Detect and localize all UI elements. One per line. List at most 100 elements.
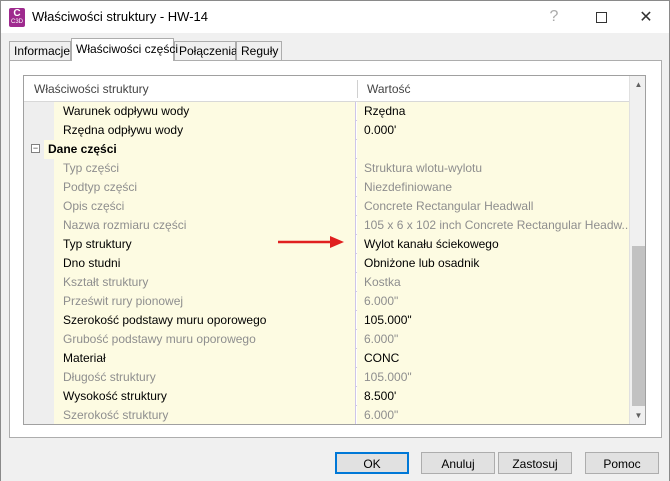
property-name: Prześwit rury pionowej bbox=[54, 292, 356, 311]
grid-row[interactable]: Typ części Struktura wlotu-wylotu bbox=[24, 159, 629, 178]
property-value[interactable]: Rzędna bbox=[357, 102, 629, 121]
tab-label: Reguły bbox=[241, 44, 279, 58]
row-gutter bbox=[24, 121, 44, 140]
property-value: 105 x 6 x 102 inch Concrete Rectangular … bbox=[357, 216, 629, 235]
grid-row[interactable]: Opis części Concrete Rectangular Headwal… bbox=[24, 197, 629, 216]
row-indent bbox=[44, 368, 54, 387]
row-gutter bbox=[24, 349, 44, 368]
properties-dialog: C C3D Właściwości struktury - HW-14 ? ✕ … bbox=[0, 0, 670, 481]
property-name: Dno studni bbox=[54, 254, 356, 273]
row-gutter bbox=[24, 216, 44, 235]
grid-row[interactable]: Kształt struktury Kostka bbox=[24, 273, 629, 292]
property-value: 6.000" bbox=[357, 406, 629, 424]
title-bar: C C3D Właściwości struktury - HW-14 ? ✕ bbox=[1, 1, 669, 33]
tab-informacje[interactable]: Informacje bbox=[9, 41, 71, 61]
row-gutter bbox=[24, 102, 44, 121]
scrollbar-thumb[interactable] bbox=[632, 246, 645, 406]
maximize-button[interactable] bbox=[578, 1, 624, 33]
tab-wlasciwosci-czesci[interactable]: Właściwości części bbox=[71, 38, 178, 61]
row-indent bbox=[44, 178, 54, 197]
grid-row[interactable]: Prześwit rury pionowej 6.000" bbox=[24, 292, 629, 311]
window-title: Właściwości struktury - HW-14 bbox=[32, 9, 209, 24]
row-gutter bbox=[24, 273, 44, 292]
grid-row[interactable]: Wysokość struktury 8.500' bbox=[24, 387, 629, 406]
row-indent bbox=[44, 311, 54, 330]
grid-row[interactable]: Szerokość struktury 6.000" bbox=[24, 406, 629, 424]
row-indent bbox=[44, 159, 54, 178]
app-icon-sub: C3D bbox=[10, 19, 23, 25]
property-name: Warunek odpływu wody bbox=[54, 102, 356, 121]
grid-row[interactable]: Grubość podstawy muru oporowego 6.000" bbox=[24, 330, 629, 349]
property-value[interactable]: 105.000" bbox=[357, 311, 629, 330]
row-gutter: − bbox=[24, 140, 44, 159]
tab-polaczenia[interactable]: Połączenia bbox=[174, 41, 238, 61]
tab-label: Właściwości części bbox=[76, 42, 179, 56]
row-indent bbox=[44, 102, 54, 121]
property-name: Podtyp części bbox=[54, 178, 356, 197]
property-value: Concrete Rectangular Headwall bbox=[357, 197, 629, 216]
property-name: Szerokość struktury bbox=[54, 406, 356, 424]
grid-row[interactable]: Warunek odpływu wody Rzędna bbox=[24, 102, 629, 121]
property-name: Długość struktury bbox=[54, 368, 356, 387]
property-value[interactable]: 8.500' bbox=[357, 387, 629, 406]
property-value[interactable]: 0.000' bbox=[357, 121, 629, 140]
grid-row[interactable]: Podtyp części Niezdefiniowane bbox=[24, 178, 629, 197]
grid-row[interactable]: Dno studni Obniżone lub osadnik bbox=[24, 254, 629, 273]
apply-button[interactable]: Zastosuj bbox=[498, 452, 572, 474]
vertical-scrollbar[interactable]: ▲ ▼ bbox=[629, 76, 645, 424]
property-name: Nazwa rozmiaru części bbox=[54, 216, 356, 235]
row-gutter bbox=[24, 254, 44, 273]
group-row-dane-czesci[interactable]: − Dane części bbox=[24, 140, 629, 159]
row-gutter bbox=[24, 330, 44, 349]
property-value[interactable]: CONC bbox=[357, 349, 629, 368]
grid-row[interactable]: Długość struktury 105.000" bbox=[24, 368, 629, 387]
civil3d-app-icon: C C3D bbox=[9, 8, 25, 27]
help-button[interactable]: Pomoc bbox=[585, 452, 659, 474]
grid-row[interactable]: Rzędna odpływu wody 0.000' bbox=[24, 121, 629, 140]
property-name: Wysokość struktury bbox=[54, 387, 356, 406]
close-icon: ✕ bbox=[639, 9, 653, 26]
property-value: 6.000" bbox=[357, 330, 629, 349]
property-value[interactable]: Obniżone lub osadnik bbox=[357, 254, 629, 273]
column-header-value[interactable]: Wartość bbox=[357, 76, 629, 102]
grid-rows: Warunek odpływu wody Rzędna Rzędna odpły… bbox=[24, 102, 629, 424]
property-name: Rzędna odpływu wody bbox=[54, 121, 356, 140]
row-indent bbox=[44, 216, 54, 235]
tab-reguly[interactable]: Reguły bbox=[236, 41, 282, 61]
row-indent bbox=[44, 292, 54, 311]
row-indent bbox=[44, 387, 54, 406]
scroll-down-arrow-icon[interactable]: ▼ bbox=[630, 407, 645, 424]
property-grid: Właściwości struktury Wartość Warunek od… bbox=[23, 75, 646, 425]
row-gutter bbox=[24, 368, 44, 387]
row-gutter bbox=[24, 406, 44, 424]
ok-button[interactable]: OK bbox=[335, 452, 409, 474]
row-indent bbox=[44, 349, 54, 368]
property-name: Grubość podstawy muru oporowego bbox=[54, 330, 356, 349]
group-label: Dane części bbox=[44, 140, 356, 159]
property-value[interactable]: Wylot kanału ściekowego bbox=[357, 235, 629, 254]
scroll-up-arrow-icon[interactable]: ▲ bbox=[630, 76, 645, 93]
property-value: 105.000" bbox=[357, 368, 629, 387]
property-name: Kształt struktury bbox=[54, 273, 356, 292]
column-header-property[interactable]: Właściwości struktury bbox=[24, 76, 357, 102]
group-value bbox=[357, 140, 629, 159]
property-value: Struktura wlotu-wylotu bbox=[357, 159, 629, 178]
grid-header: Właściwości struktury Wartość bbox=[24, 76, 629, 102]
property-name: Materiał bbox=[54, 349, 356, 368]
grid-row[interactable]: Szerokość podstawy muru oporowego 105.00… bbox=[24, 311, 629, 330]
tab-label: Informacje bbox=[14, 44, 71, 58]
row-gutter bbox=[24, 235, 44, 254]
row-gutter bbox=[24, 159, 44, 178]
question-icon: ? bbox=[549, 8, 559, 25]
row-gutter bbox=[24, 387, 44, 406]
cancel-button[interactable]: Anuluj bbox=[421, 452, 495, 474]
tab-label: Połączenia bbox=[179, 44, 238, 58]
grid-row[interactable]: Materiał CONC bbox=[24, 349, 629, 368]
collapse-minus-icon[interactable]: − bbox=[31, 144, 40, 153]
maximize-icon bbox=[595, 11, 607, 23]
row-indent bbox=[44, 406, 54, 424]
grid-row[interactable]: Nazwa rozmiaru części 105 x 6 x 102 inch… bbox=[24, 216, 629, 235]
help-title-button[interactable]: ? bbox=[531, 1, 577, 33]
close-button[interactable]: ✕ bbox=[623, 1, 669, 33]
property-value: Kostka bbox=[357, 273, 629, 292]
